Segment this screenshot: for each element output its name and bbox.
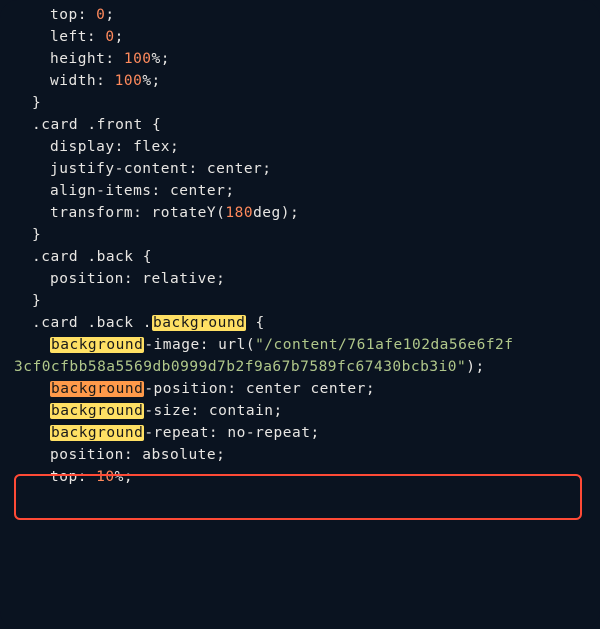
css-brace: } — [32, 95, 41, 111]
css-number: 180 — [225, 205, 253, 221]
code-line: position: absolute; — [14, 444, 586, 466]
css-number: 100 — [124, 51, 152, 67]
css-number: 10 — [96, 469, 114, 485]
css-declaration: position: absolute; — [50, 447, 225, 463]
css-punct: %; — [115, 469, 133, 485]
code-line: background-size: contain; — [14, 400, 586, 422]
code-line: align-items: center; — [14, 180, 586, 202]
code-line: transform: rotateY(180deg); — [14, 202, 586, 224]
css-punct: ); — [466, 359, 484, 375]
code-line: top: 10%; — [14, 466, 586, 488]
css-declaration: left: — [50, 29, 105, 45]
code-line: background-image: url("/content/761afe10… — [14, 334, 586, 356]
search-highlight: background — [50, 425, 144, 441]
css-selector: .card .front { — [32, 117, 161, 133]
code-line: } — [14, 224, 586, 246]
css-declaration: top: — [50, 7, 96, 23]
css-brace: } — [32, 293, 41, 309]
css-declaration: -image: url( — [144, 337, 255, 353]
css-declaration: -position: center center; — [144, 381, 375, 397]
code-line: background-position: center center; — [14, 378, 586, 400]
css-declaration: height: — [50, 51, 124, 67]
css-punct: ; — [115, 29, 124, 45]
css-number: 100 — [115, 73, 143, 89]
css-declaration: align-items: center; — [50, 183, 235, 199]
code-line: .card .front { — [14, 114, 586, 136]
code-line: position: relative; — [14, 268, 586, 290]
css-punct: ; — [105, 7, 114, 23]
css-declaration: -repeat: no-repeat; — [144, 425, 319, 441]
css-selector-part: .card .back . — [32, 315, 152, 331]
code-line: justify-content: center; — [14, 158, 586, 180]
css-declaration: -size: contain; — [144, 403, 282, 419]
code-line: display: flex; — [14, 136, 586, 158]
css-punct: %; — [152, 51, 170, 67]
css-brace: } — [32, 227, 41, 243]
css-declaration: width: — [50, 73, 115, 89]
css-declaration: justify-content: center; — [50, 161, 272, 177]
search-highlight: background — [152, 315, 246, 331]
code-line: .card .back .background { — [14, 312, 586, 334]
css-selector: .card .back { — [32, 249, 152, 265]
css-punct: %; — [142, 73, 160, 89]
search-highlight: background — [50, 337, 144, 353]
code-editor-viewport: top: 0; left: 0; height: 100%; width: 10… — [0, 0, 600, 629]
css-punct: deg); — [253, 205, 299, 221]
css-number: 0 — [96, 7, 105, 23]
code-line: } — [14, 92, 586, 114]
code-line: width: 100%; — [14, 70, 586, 92]
code-line: .card .back { — [14, 246, 586, 268]
search-highlight-active: background — [50, 381, 144, 397]
code-line: top: 0; — [14, 4, 586, 26]
search-highlight: background — [50, 403, 144, 419]
code-line: } — [14, 290, 586, 312]
code-line: background-repeat: no-repeat; — [14, 422, 586, 444]
css-declaration: display: flex; — [50, 139, 179, 155]
code-line: height: 100%; — [14, 48, 586, 70]
code-line: 3cf0cfbb58a5569db0999d7b2f9a67b7589fc674… — [14, 356, 586, 378]
css-selector-part: { — [246, 315, 264, 331]
css-declaration: transform: rotateY( — [50, 205, 225, 221]
css-declaration: top: — [50, 469, 96, 485]
css-string: 3cf0cfbb58a5569db0999d7b2f9a67b7589fc674… — [14, 359, 466, 375]
css-number: 0 — [105, 29, 114, 45]
css-declaration: position: relative; — [50, 271, 225, 287]
css-string: "/content/761afe102da56e6f2f — [255, 337, 513, 353]
code-line: left: 0; — [14, 26, 586, 48]
